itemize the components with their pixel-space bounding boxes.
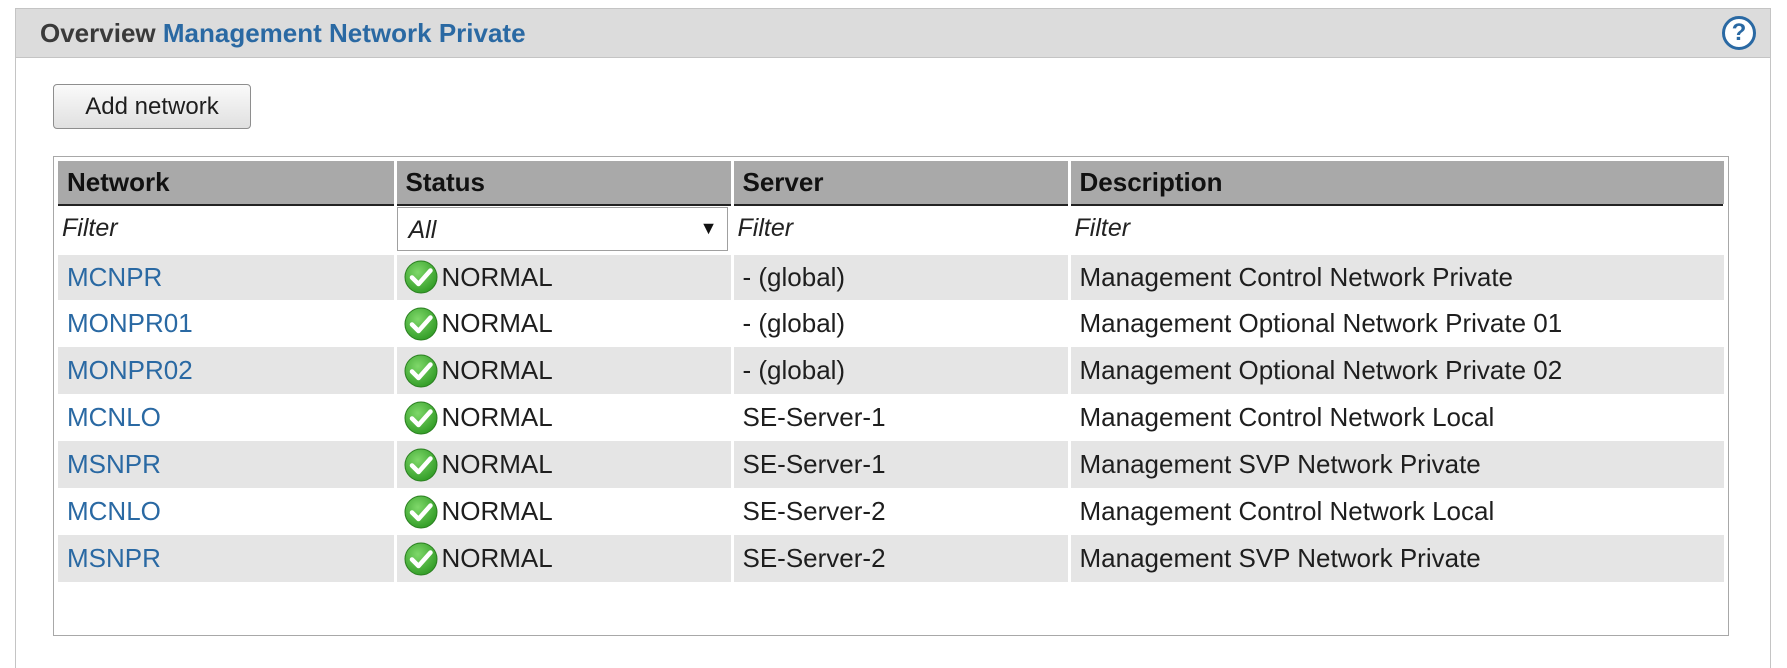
column-header-network[interactable]: Network (58, 161, 397, 206)
checkmark-circle-icon (404, 448, 437, 481)
networks-table: Network Status Server Description All ▼ (58, 161, 1726, 582)
network-cell: MSNPR (58, 441, 397, 488)
server-cell: SE-Server-1 (732, 394, 1071, 441)
status-cell: NORMAL (395, 488, 734, 535)
description-cell: Management Optional Network Private 02 (1069, 347, 1724, 394)
server-cell: SE-Server-2 (732, 535, 1071, 582)
add-network-button[interactable]: Add network (53, 84, 251, 129)
status-text: NORMAL (441, 496, 553, 526)
panel-header: Overview Management Network Private ? (16, 8, 1770, 58)
status-text: NORMAL (441, 261, 553, 292)
status-cell: NORMAL (395, 441, 734, 488)
table-row: MCNLO NORMAL SE-Server-2 Management Cont… (58, 488, 1724, 535)
table-header-row: Network Status Server Description (58, 161, 1724, 206)
table-row: MCNLO NORMAL SE-Server-1 Management Cont… (58, 394, 1724, 441)
column-header-server[interactable]: Server (732, 161, 1071, 206)
checkmark-circle-icon (404, 260, 437, 294)
table-row: MSNPR NORMAL SE-Server-2 Management SVP … (58, 535, 1724, 582)
status-text: NORMAL (441, 402, 553, 432)
server-cell: - (global) (732, 300, 1071, 347)
server-cell: SE-Server-2 (732, 488, 1071, 535)
column-header-status[interactable]: Status (395, 161, 734, 206)
overview-panel: Overview Management Network Private ? Ad… (15, 8, 1771, 668)
network-link[interactable]: MONPR01 (67, 308, 193, 338)
description-cell: Management Control Network Local (1069, 488, 1724, 535)
checkmark-circle-icon (404, 495, 437, 528)
table-row: MONPR01 NORMAL - (global) Management Opt… (58, 300, 1724, 347)
checkmark-circle-icon (404, 542, 437, 575)
network-link[interactable]: MCNLO (67, 496, 161, 526)
status-text: NORMAL (441, 543, 553, 573)
page-title-accent: Management Network Private (162, 18, 526, 48)
table-row: MCNPR NORMAL - (global) Management Contr… (58, 253, 1724, 300)
description-cell: Management Optional Network Private 01 (1069, 300, 1724, 347)
network-cell: MCNLO (58, 394, 397, 441)
network-link[interactable]: MSNPR (67, 449, 161, 479)
filter-row: All ▼ (58, 205, 1726, 255)
server-cell: SE-Server-1 (732, 441, 1071, 488)
table-row: MONPR02 NORMAL - (global) Management Opt… (58, 347, 1724, 394)
server-filter-input[interactable] (733, 206, 1068, 251)
description-cell: Management SVP Network Private (1069, 535, 1724, 582)
description-cell: Management SVP Network Private (1069, 441, 1724, 488)
checkmark-circle-icon (404, 354, 437, 387)
status-cell: NORMAL (395, 347, 734, 394)
network-cell: MSNPR (58, 535, 397, 582)
filter-cell-server (732, 205, 1071, 255)
status-cell: NORMAL (395, 253, 734, 300)
filter-cell-status: All ▼ (395, 205, 734, 255)
server-cell: - (global) (732, 253, 1071, 300)
status-cell: NORMAL (395, 535, 734, 582)
status-cell: NORMAL (395, 300, 734, 347)
network-filter-input[interactable] (58, 206, 394, 251)
status-text: NORMAL (441, 355, 553, 385)
network-cell: MONPR01 (58, 300, 397, 347)
status-cell: NORMAL (395, 394, 734, 441)
network-cell: MONPR02 (58, 347, 397, 394)
dropdown-arrow-icon: ▼ (699, 217, 718, 238)
checkmark-circle-icon (404, 307, 437, 340)
status-filter-value: All (408, 215, 437, 244)
network-link[interactable]: MCNLO (67, 402, 161, 432)
network-link[interactable]: MCNPR (67, 262, 162, 292)
table-body: MCNPR NORMAL - (global) Management Contr… (58, 253, 1724, 582)
status-text: NORMAL (441, 308, 553, 338)
filter-cell-network (58, 205, 397, 255)
network-link[interactable]: MSNPR (67, 543, 161, 573)
page-title: Overview Management Network Private (40, 18, 526, 49)
network-link[interactable]: MONPR02 (67, 355, 193, 385)
page-title-prefix: Overview (40, 18, 156, 48)
help-icon[interactable]: ? (1722, 16, 1756, 50)
status-filter-select[interactable]: All ▼ (396, 206, 728, 251)
network-cell: MCNPR (58, 253, 397, 300)
description-cell: Management Control Network Local (1069, 394, 1724, 441)
description-cell: Management Control Network Private (1069, 253, 1724, 300)
filter-cell-description (1069, 205, 1726, 255)
description-filter-input[interactable] (1070, 206, 1723, 251)
network-cell: MCNLO (58, 488, 397, 535)
networks-table-container: Network Status Server Description All ▼ (53, 156, 1729, 636)
server-cell: - (global) (732, 347, 1071, 394)
column-header-description[interactable]: Description (1069, 161, 1724, 206)
checkmark-circle-icon (404, 401, 437, 434)
table-row: MSNPR NORMAL SE-Server-1 Management SVP … (58, 441, 1724, 488)
status-text: NORMAL (441, 449, 553, 479)
